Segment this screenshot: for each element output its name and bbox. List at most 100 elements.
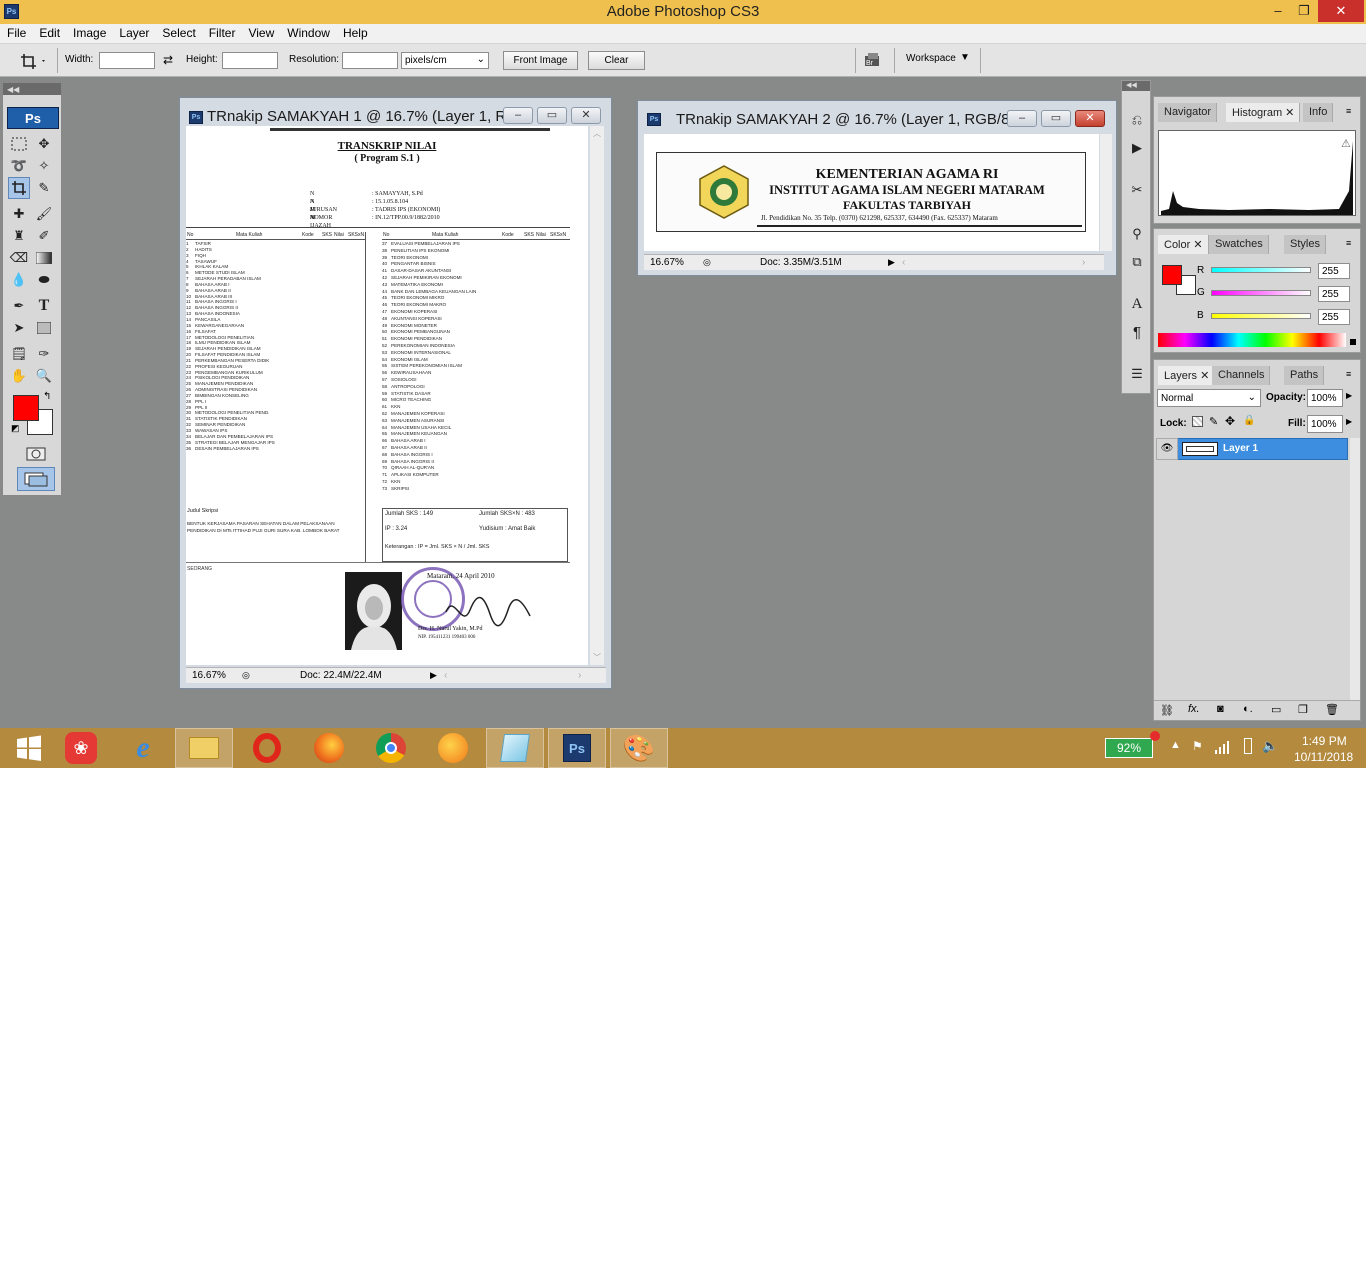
- width-input[interactable]: [99, 52, 155, 69]
- type-tool-icon[interactable]: T: [33, 295, 55, 317]
- zoom-tool-icon[interactable]: 🔍: [33, 365, 55, 387]
- history-brush-icon[interactable]: ✐: [33, 225, 55, 247]
- clear-button[interactable]: Clear: [588, 51, 645, 70]
- marquee-tool-icon[interactable]: [8, 133, 30, 155]
- screen-mode-icon[interactable]: [17, 467, 55, 491]
- lock-transparency-icon[interactable]: [1192, 416, 1203, 427]
- doc2-maximize-button[interactable]: ▭: [1041, 110, 1071, 127]
- menu-image[interactable]: Image: [66, 24, 112, 40]
- file-explorer-icon[interactable]: [175, 728, 233, 768]
- g-value[interactable]: 255: [1318, 286, 1350, 302]
- doc1-status-menu-icon[interactable]: ▶: [430, 670, 437, 681]
- scroll-down-icon[interactable]: ﹀: [593, 652, 601, 663]
- tab-color[interactable]: Color ✕: [1158, 235, 1209, 254]
- lock-image-icon[interactable]: ✎: [1209, 415, 1218, 428]
- link-layers-icon[interactable]: ⛓: [1160, 704, 1174, 717]
- character-panel-icon[interactable]: A: [1126, 293, 1148, 315]
- scroll-right-icon[interactable]: ›: [578, 670, 581, 681]
- minimize-button[interactable]: –: [1265, 2, 1291, 20]
- height-input[interactable]: [222, 52, 278, 69]
- opacity-input[interactable]: 100%: [1307, 389, 1343, 407]
- doc2-status-menu-icon[interactable]: ▶: [888, 257, 895, 268]
- adjustment-layer-icon[interactable]: ◐.: [1243, 703, 1253, 715]
- action-center-flag-icon[interactable]: ⚑: [1192, 739, 1203, 753]
- paint-icon[interactable]: 🎨: [610, 728, 668, 768]
- crop-tool-icon[interactable]: [8, 177, 30, 199]
- menu-edit[interactable]: Edit: [32, 24, 66, 40]
- firefox-icon[interactable]: [300, 728, 358, 768]
- r-slider[interactable]: [1211, 267, 1311, 273]
- layers-panel-menu-icon[interactable]: ≡: [1346, 369, 1351, 379]
- slice-tool-icon[interactable]: ✎: [33, 177, 55, 199]
- color-panel-menu-icon[interactable]: ≡: [1346, 238, 1351, 248]
- menu-filter[interactable]: Filter: [202, 24, 242, 40]
- g-slider[interactable]: [1211, 290, 1311, 296]
- layers-scrollbar[interactable]: [1350, 438, 1360, 700]
- lasso-tool-icon[interactable]: ➰: [8, 155, 30, 177]
- close-button[interactable]: ✕: [1318, 0, 1364, 22]
- move-tool-icon[interactable]: ✥: [33, 133, 55, 155]
- tab-info[interactable]: Info: [1303, 103, 1334, 122]
- swap-icon[interactable]: ⇄: [163, 53, 173, 67]
- clock-date[interactable]: 10/11/2018: [1294, 750, 1353, 764]
- doc2-scroll-left-icon[interactable]: ‹: [902, 257, 905, 268]
- gradient-tool-icon[interactable]: [33, 247, 55, 269]
- tab-swatches[interactable]: Swatches: [1209, 235, 1269, 254]
- panel-menu-icon[interactable]: ≡: [1346, 106, 1351, 116]
- new-layer-icon[interactable]: ❐: [1298, 703, 1308, 716]
- network-signal-icon[interactable]: [1215, 740, 1231, 754]
- doc2-scroll-right-icon[interactable]: ›: [1082, 257, 1085, 268]
- photoshop-taskbar-icon[interactable]: Ps: [548, 728, 606, 768]
- doc1-minimize-button[interactable]: –: [503, 107, 533, 124]
- menu-layer[interactable]: Layer: [112, 24, 155, 40]
- doc2-status-icon[interactable]: ◎: [703, 257, 711, 268]
- doc1-vertical-scrollbar[interactable]: ︿ ﹀: [590, 126, 604, 665]
- doc2-title-bar[interactable]: Ps TRnakip SAMAKYAH 2 @ 16.7% (Layer 1, …: [638, 101, 1116, 131]
- b-value[interactable]: 255: [1318, 309, 1350, 325]
- internet-explorer-icon[interactable]: e: [114, 728, 172, 768]
- blur-tool-icon[interactable]: 💧: [8, 269, 30, 291]
- b-slider[interactable]: [1211, 313, 1311, 319]
- new-group-icon[interactable]: ▭: [1271, 703, 1281, 716]
- doc1-maximize-button[interactable]: ▭: [537, 107, 567, 124]
- fg-color-chip[interactable]: [1162, 265, 1182, 285]
- units-select[interactable]: pixels/cm ⌄: [401, 52, 489, 69]
- show-hidden-icons-icon[interactable]: ▲: [1170, 739, 1181, 751]
- doc1-status-icon[interactable]: ◎: [242, 670, 250, 681]
- taskbar-app-red[interactable]: ❀: [52, 728, 110, 768]
- blend-mode-select[interactable]: Normal ⌄: [1157, 389, 1261, 407]
- doc2-vertical-scrollbar[interactable]: [1100, 134, 1112, 251]
- pen-tool-icon[interactable]: ✒: [8, 295, 30, 317]
- clone-source-icon[interactable]: ⧉: [1126, 251, 1148, 273]
- lock-all-icon[interactable]: 🔒: [1243, 415, 1255, 426]
- tab-paths[interactable]: Paths: [1284, 366, 1325, 385]
- tab-navigator[interactable]: Navigator: [1158, 103, 1218, 122]
- doc2-minimize-button[interactable]: –: [1007, 110, 1037, 127]
- layer-mask-icon[interactable]: ◙: [1217, 703, 1224, 715]
- workspace-menu[interactable]: Workspace: [906, 53, 956, 64]
- layer-style-icon[interactable]: fx.: [1188, 703, 1200, 715]
- doc1-canvas[interactable]: TRANSKRIP NILAI ( Program S.1 ) N A M A:…: [186, 126, 588, 665]
- tab-histogram[interactable]: Histogram ✕: [1226, 103, 1301, 122]
- tab-channels[interactable]: Channels: [1212, 366, 1271, 385]
- layer-name[interactable]: Layer 1: [1223, 443, 1258, 454]
- tab-layers[interactable]: Layers ✕: [1158, 366, 1216, 385]
- document-window-1[interactable]: Ps TRnakip SAMAKYAH 1 @ 16.7% (Layer 1, …: [179, 97, 612, 689]
- workspace-dropdown-icon[interactable]: ▼: [960, 52, 970, 63]
- paragraph-panel-icon[interactable]: ¶: [1126, 321, 1148, 343]
- history-panel-icon[interactable]: ⎌: [1126, 109, 1148, 131]
- chrome-icon[interactable]: [362, 728, 420, 768]
- uc-browser-icon[interactable]: [424, 728, 482, 768]
- brush-tool-icon[interactable]: 🖌: [33, 203, 55, 225]
- foreground-color-front[interactable]: [13, 395, 39, 421]
- doc2-close-button[interactable]: ✕: [1075, 110, 1105, 127]
- start-button[interactable]: [0, 728, 58, 768]
- layer-visibility-eye-icon[interactable]: 👁: [1156, 438, 1178, 460]
- tool-presets-icon[interactable]: ✂: [1126, 179, 1148, 201]
- delete-layer-icon[interactable]: 🗑: [1325, 703, 1339, 716]
- fill-arrow-icon[interactable]: ▶: [1346, 417, 1352, 426]
- document-window-2[interactable]: Ps TRnakip SAMAKYAH 2 @ 16.7% (Layer 1, …: [637, 100, 1117, 276]
- ps-logo[interactable]: Ps: [7, 107, 59, 129]
- front-image-button[interactable]: Front Image: [503, 51, 578, 70]
- black-chip[interactable]: [1350, 339, 1356, 345]
